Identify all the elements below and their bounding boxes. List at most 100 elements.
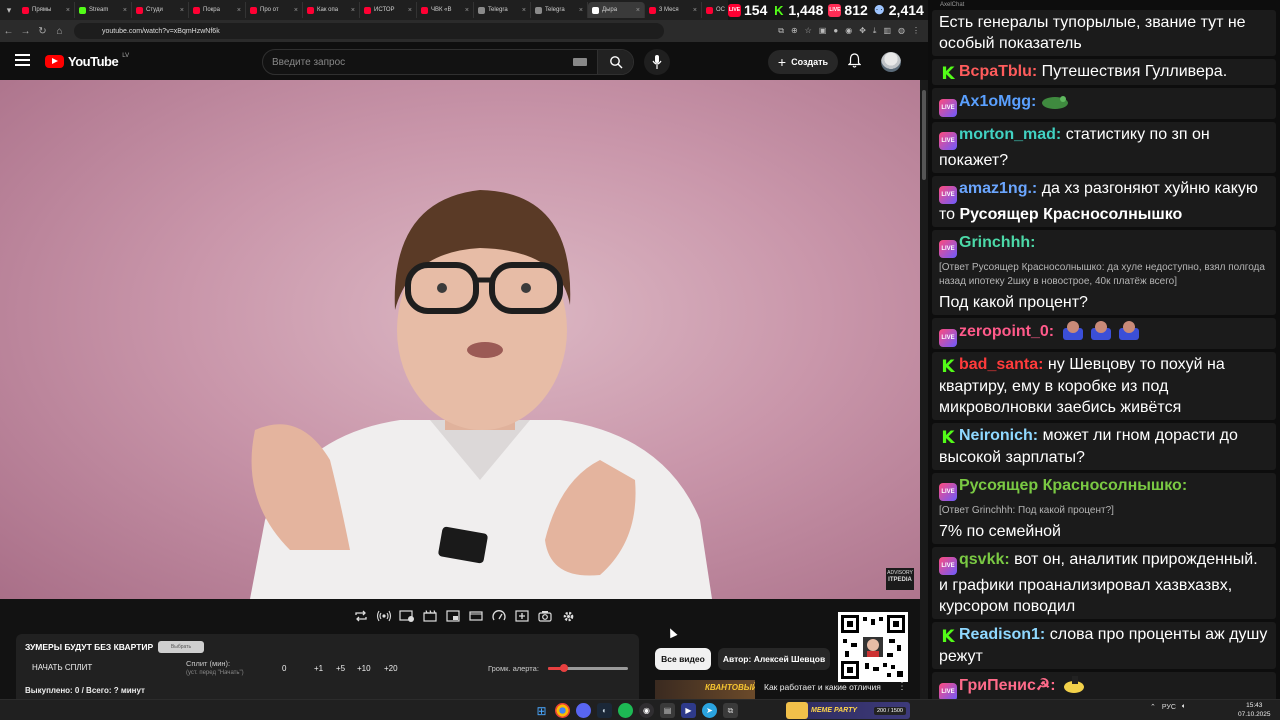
- browser-tab[interactable]: Telegra ×: [531, 2, 588, 18]
- windows-start-icon[interactable]: ⊞: [534, 703, 549, 718]
- extension-icon[interactable]: ▣: [819, 26, 827, 36]
- chat-username[interactable]: amaz1ng.:: [959, 180, 1037, 197]
- media-player-icon[interactable]: ▶: [681, 703, 696, 718]
- volume-icon[interactable]: 🔈︎: [1182, 703, 1186, 711]
- more-options-icon[interactable]: ⋮: [897, 681, 907, 692]
- alert-volume-slider[interactable]: [548, 664, 628, 672]
- split-add-5-button[interactable]: +5: [336, 664, 345, 673]
- tab-search-icon[interactable]: ▾: [0, 0, 18, 20]
- menu-kebab-icon[interactable]: ⋮: [912, 26, 920, 36]
- split-value-0[interactable]: 0: [282, 664, 286, 673]
- add-clip-icon[interactable]: [513, 608, 531, 624]
- tray-chevron-icon[interactable]: ⌃: [1150, 703, 1156, 711]
- close-tab-icon[interactable]: ×: [180, 7, 184, 14]
- chat-username[interactable]: morton_mad:: [959, 126, 1061, 143]
- chip-author[interactable]: Автор: Алексей Шевцов: [718, 648, 830, 670]
- gear-icon[interactable]: [559, 608, 577, 624]
- close-tab-icon[interactable]: ×: [123, 7, 127, 14]
- steam-icon[interactable]: ◐: [597, 703, 612, 718]
- browser-tab[interactable]: Как опа ×: [303, 2, 360, 18]
- spotify-icon[interactable]: [618, 703, 633, 718]
- install-icon[interactable]: ⧉: [778, 26, 784, 36]
- zoom-icon[interactable]: ⊕: [791, 26, 798, 36]
- home-icon[interactable]: ⌂: [51, 26, 68, 37]
- chat-username[interactable]: Neironich:: [959, 427, 1038, 444]
- meme-party-widget[interactable]: MEME PARTY 200 / 1500: [786, 702, 910, 719]
- app-icon[interactable]: ⧉: [723, 703, 738, 718]
- search-button[interactable]: [597, 50, 633, 74]
- chat-username[interactable]: zeropoint_0:: [959, 323, 1054, 340]
- chat-username[interactable]: Русоящер Красносолнышко:: [959, 477, 1187, 494]
- taskbar-clock[interactable]: 15:43 07.10.2025: [1238, 701, 1271, 719]
- close-tab-icon[interactable]: ×: [579, 7, 583, 14]
- browser-tab[interactable]: Дыра ×: [588, 2, 645, 18]
- browser-tab[interactable]: Прямы ×: [18, 2, 75, 18]
- youtube-logo[interactable]: YouTube LV: [45, 53, 129, 69]
- create-button[interactable]: + Создать: [768, 50, 838, 74]
- close-tab-icon[interactable]: ×: [522, 7, 526, 14]
- search-input[interactable]: [263, 56, 573, 68]
- app-icon[interactable]: ▤: [660, 703, 675, 718]
- profile-icon[interactable]: ◍: [898, 26, 905, 36]
- chat-username[interactable]: qsvkk:: [959, 551, 1010, 568]
- browser-tab[interactable]: Про от ×: [246, 2, 303, 18]
- browser-tab[interactable]: Студи ×: [132, 2, 189, 18]
- obs-icon[interactable]: ◉: [639, 703, 654, 718]
- chat-username[interactable]: bad_santa:: [959, 356, 1043, 373]
- speed-gauge-icon[interactable]: [490, 608, 508, 624]
- select-badge-button[interactable]: Выбрать: [158, 641, 204, 653]
- extension-icon[interactable]: ◉: [845, 26, 852, 36]
- close-tab-icon[interactable]: ×: [237, 7, 241, 14]
- split-add-1-button[interactable]: +1: [314, 664, 323, 673]
- browser-tab[interactable]: 3 Меся ×: [645, 2, 702, 18]
- telegram-icon[interactable]: ➤: [702, 703, 717, 718]
- language-indicator[interactable]: РУС: [1162, 704, 1176, 711]
- close-tab-icon[interactable]: ×: [351, 7, 355, 14]
- browser-tab[interactable]: Stream ×: [75, 2, 132, 18]
- slider-knob[interactable]: [560, 664, 568, 672]
- voice-search-button[interactable]: [644, 49, 670, 75]
- sidebar-icon[interactable]: ▥: [883, 26, 891, 36]
- back-icon[interactable]: ←: [0, 26, 17, 37]
- notifications-bell-icon[interactable]: [847, 53, 862, 73]
- close-tab-icon[interactable]: ×: [408, 7, 412, 14]
- chat-username[interactable]: Ax1oMgg:: [959, 93, 1036, 110]
- chip-all-videos[interactable]: Все видео: [655, 648, 711, 670]
- browser-tab[interactable]: Telegra ×: [474, 2, 531, 18]
- close-tab-icon[interactable]: ×: [693, 7, 697, 14]
- extension-icon[interactable]: ●: [833, 26, 838, 36]
- browser-tab[interactable]: ЧВК «В ×: [417, 2, 474, 18]
- loop-icon[interactable]: [352, 608, 370, 624]
- scrollbar-thumb[interactable]: [922, 90, 926, 180]
- broadcast-icon[interactable]: [375, 608, 393, 624]
- theater-mode-icon[interactable]: [467, 608, 485, 624]
- clapperboard-icon[interactable]: [421, 608, 439, 624]
- recommended-video-title[interactable]: Как работает и какие отличия: [764, 682, 881, 692]
- split-add-20-button[interactable]: +20: [384, 664, 398, 673]
- video-player[interactable]: [0, 80, 920, 599]
- chat-message-list[interactable]: Есть генералы тупорылые, звание тут не о…: [932, 10, 1276, 699]
- keyboard-icon[interactable]: [573, 58, 587, 66]
- reload-icon[interactable]: ↻: [34, 26, 51, 37]
- hamburger-menu-icon[interactable]: [15, 54, 30, 66]
- chat-username[interactable]: Readison1:: [959, 626, 1045, 643]
- close-tab-icon[interactable]: ×: [636, 7, 640, 14]
- avatar[interactable]: [881, 52, 901, 72]
- settings-overlay-icon[interactable]: [398, 608, 416, 624]
- browser-tab[interactable]: ИСТОР ×: [360, 2, 417, 18]
- split-add-10-button[interactable]: +10: [357, 664, 371, 673]
- picture-in-picture-icon[interactable]: [444, 608, 462, 624]
- chat-username[interactable]: BcpaTblu:: [959, 63, 1037, 80]
- bookmark-star-icon[interactable]: ☆: [805, 26, 812, 36]
- url-field[interactable]: youtube.com/watch?v=xBqmHzwNf6k: [74, 23, 664, 39]
- screenshot-camera-icon[interactable]: [536, 608, 554, 624]
- page-scrollbar[interactable]: [920, 80, 928, 699]
- puzzle-icon[interactable]: ✥: [859, 26, 866, 36]
- recommended-video-thumbnail[interactable]: КВАНТОВЫЙ: [655, 680, 755, 699]
- channel-watermark[interactable]: ADVISORY ITPEDIA: [886, 568, 914, 590]
- forward-icon[interactable]: →: [17, 26, 34, 37]
- close-tab-icon[interactable]: ×: [294, 7, 298, 14]
- discord-icon[interactable]: [576, 703, 591, 718]
- chat-username[interactable]: ГриПенис☭:: [959, 677, 1056, 694]
- start-split-button[interactable]: НАЧАТЬ СПЛИТ: [32, 663, 92, 672]
